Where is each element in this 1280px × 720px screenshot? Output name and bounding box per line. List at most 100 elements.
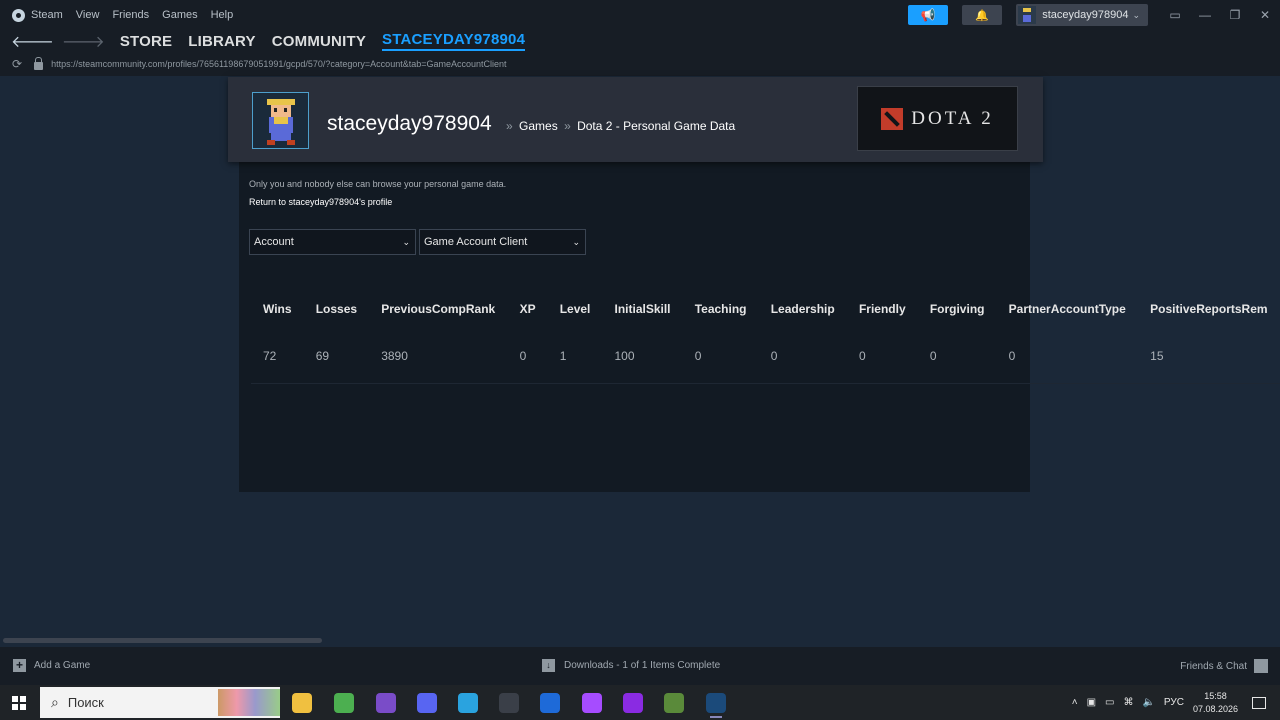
notification-center-icon[interactable] xyxy=(1252,696,1266,709)
table-cell: 0 xyxy=(682,330,759,384)
header-forgiving: Forgiving xyxy=(929,301,985,316)
monitor-icon[interactable]: ▭ xyxy=(1160,8,1190,22)
network-icon[interactable]: ⌘ xyxy=(1123,697,1133,708)
tab-select[interactable]: Game Account Client ⌄ xyxy=(419,229,586,255)
system-tray: ˄ ▣ ▭ ⌘ 🔈 РУС 15:58 07.08.2026 xyxy=(1072,685,1280,720)
horizontal-scrollbar[interactable] xyxy=(0,637,1280,644)
header-friendly: Friendly xyxy=(858,301,906,316)
clock[interactable]: 15:58 07.08.2026 xyxy=(1193,690,1238,716)
menu-games[interactable]: Games xyxy=(162,9,197,21)
nav-community[interactable]: COMMUNITY xyxy=(272,33,366,50)
downloads-status[interactable]: ↓ Downloads - 1 of 1 Items Complete xyxy=(542,659,720,672)
main-nav: 🡐 🡒 STORE LIBRARY COMMUNITY STACEYDAY978… xyxy=(0,30,1280,52)
url-text[interactable]: https://steamcommunity.com/profiles/7656… xyxy=(51,59,506,69)
profile-header: staceyday978904 » Games » Dota 2 - Perso… xyxy=(228,77,1043,162)
return-profile-link[interactable]: Return to staceyday978904's profile xyxy=(249,197,392,207)
wordpad-icon[interactable] xyxy=(499,693,519,713)
steam-bottom-bar: + Add a Game ↓ Downloads - 1 of 1 Items … xyxy=(0,647,1280,685)
profile-name[interactable]: staceyday978904 xyxy=(327,112,492,136)
taskbar-search[interactable]: ⌕ Поиск xyxy=(40,687,280,718)
reload-icon[interactable]: ⟳ xyxy=(12,57,22,71)
table-cell: 0 xyxy=(846,330,918,384)
table-cell: 0 xyxy=(507,330,548,384)
game-logo-text: DOTA 2 xyxy=(911,107,994,129)
table-cell: 0 xyxy=(996,330,1139,384)
account-menu-button[interactable]: staceyday978904 ⌄ xyxy=(1016,4,1148,26)
steam-icon[interactable] xyxy=(706,693,726,718)
notifications-button[interactable]: 🔔 xyxy=(962,5,1003,25)
header-losses: Losses xyxy=(315,301,358,316)
table-cell: 0 xyxy=(917,330,997,384)
megaphone-icon: 📢 xyxy=(920,8,936,22)
chrome-icon[interactable] xyxy=(334,693,354,713)
game-logo[interactable]: DOTA 2 xyxy=(857,86,1018,151)
volume-icon[interactable]: 🔈 xyxy=(1142,697,1154,708)
search-highlight-image xyxy=(218,689,280,716)
restore-icon[interactable]: ❐ xyxy=(1220,8,1250,22)
breadcrumb-current: Dota 2 - Personal Game Data xyxy=(577,119,736,133)
game-data-table: Wins Losses PreviousCompRank XP Level In… xyxy=(251,287,1280,384)
header-level: Level xyxy=(559,301,591,316)
friends-chat-button[interactable]: Friends & Chat xyxy=(1180,659,1268,673)
battery-icon[interactable]: ▭ xyxy=(1105,697,1114,708)
word-icon[interactable] xyxy=(540,693,560,713)
friends-label: Friends & Chat xyxy=(1180,660,1247,672)
title-bar: Steam View Friends Games Help 📢 🔔 stacey… xyxy=(0,0,1280,30)
download-icon: ↓ xyxy=(542,659,555,672)
minecraft-icon[interactable] xyxy=(664,693,684,713)
nav-store[interactable]: STORE xyxy=(120,33,172,50)
nav-library[interactable]: LIBRARY xyxy=(188,33,256,50)
add-game-button[interactable]: + Add a Game xyxy=(13,659,90,672)
menu-help[interactable]: Help xyxy=(211,9,234,21)
search-icon: ⌕ xyxy=(51,694,59,710)
plus-icon: + xyxy=(13,659,26,672)
scrollbar-thumb[interactable] xyxy=(3,638,322,643)
downloads-label: Downloads - 1 of 1 Items Complete xyxy=(564,660,721,671)
category-select-value: Account xyxy=(254,236,294,248)
category-select[interactable]: Account ⌄ xyxy=(249,229,416,255)
telegram-icon[interactable] xyxy=(458,693,478,713)
table-header-row: Wins Losses PreviousCompRank XP Level In… xyxy=(251,287,1280,330)
back-arrow-icon[interactable]: 🡐 xyxy=(11,31,54,52)
privacy-notice: Only you and nobody else can browse your… xyxy=(249,179,507,189)
table-cell: 100 xyxy=(602,330,683,384)
tab-select-value: Game Account Client xyxy=(424,236,528,248)
forward-arrow-icon[interactable]: 🡒 xyxy=(62,31,105,52)
language-indicator[interactable]: РУС xyxy=(1164,697,1184,708)
table-cell: 15 xyxy=(1138,330,1280,384)
url-bar: ⟳ https://steamcommunity.com/profiles/76… xyxy=(0,52,1280,76)
search-placeholder: Поиск xyxy=(67,695,104,710)
nav-profile[interactable]: STACEYDAY978904 xyxy=(382,31,526,51)
breadcrumb-separator: » xyxy=(506,119,513,133)
table-cell: 69 xyxy=(303,330,370,384)
dota-logo-icon xyxy=(881,107,904,130)
file-explorer-icon[interactable] xyxy=(292,693,312,713)
table-cell: 0 xyxy=(758,330,847,384)
app-icon[interactable] xyxy=(376,693,396,713)
header-wins: Wins xyxy=(263,301,292,316)
table-cell: 1 xyxy=(547,330,603,384)
header-leadership: Leadership xyxy=(770,301,835,316)
announcements-button[interactable]: 📢 xyxy=(908,5,949,25)
header-teaching: Teaching xyxy=(694,301,747,316)
vk-music-icon[interactable] xyxy=(623,693,643,713)
chevron-down-icon: ⌄ xyxy=(572,237,580,247)
windows-start-icon[interactable] xyxy=(12,696,26,710)
windows-taskbar: ⌕ Поиск ˄ ▣ ▭ ⌘ 🔈 РУС 15:58 07.08.2026 xyxy=(0,685,1280,720)
profile-avatar[interactable] xyxy=(252,92,309,149)
chevron-up-icon[interactable]: ˄ xyxy=(1072,697,1078,708)
menu-steam[interactable]: Steam xyxy=(31,9,63,21)
account-name: staceyday978904 xyxy=(1042,9,1129,21)
header-xp: XP xyxy=(519,301,536,316)
table-row: 72 69 3890 0 1 100 0 0 0 0 0 15 xyxy=(251,330,1280,384)
close-icon[interactable]: ✕ xyxy=(1250,8,1280,22)
minimize-icon[interactable]: — xyxy=(1190,8,1220,22)
chevron-down-icon: ⌄ xyxy=(1132,9,1140,20)
menu-view[interactable]: View xyxy=(76,9,100,21)
tray-app-icon[interactable]: ▣ xyxy=(1087,697,1096,708)
purple-app-icon[interactable] xyxy=(582,693,602,713)
header-partneraccounttype: PartnerAccountType xyxy=(1008,301,1126,316)
breadcrumb-games[interactable]: Games xyxy=(519,119,558,133)
discord-icon[interactable] xyxy=(417,693,437,713)
menu-friends[interactable]: Friends xyxy=(112,9,149,21)
